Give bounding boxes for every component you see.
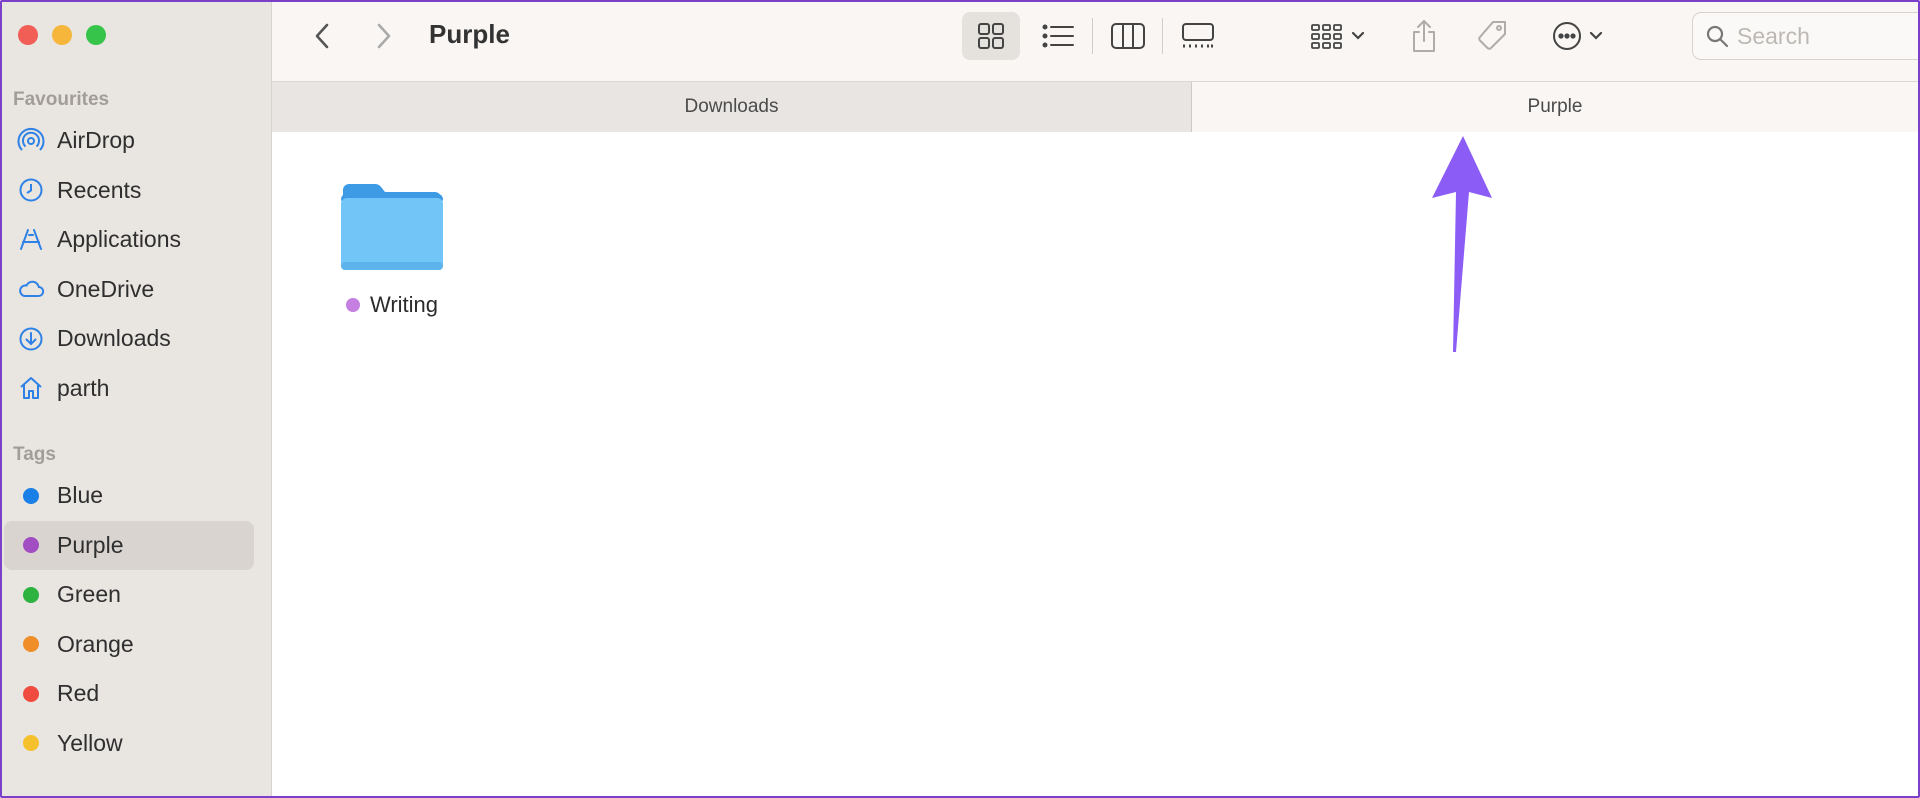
tags-title: Tags bbox=[13, 444, 56, 465]
sidebar-item-label: OneDrive bbox=[57, 275, 155, 302]
window-title: Purple bbox=[429, 19, 510, 49]
tags-list: Blue Purple Green Orange Red Yellow bbox=[2, 471, 272, 768]
tag-dot-icon bbox=[23, 735, 39, 752]
sidebar-tag-yellow[interactable]: Yellow bbox=[4, 719, 254, 769]
finder-window: Favourites AirDrop Recents Applications bbox=[0, 0, 1920, 798]
favourites-list: AirDrop Recents Applications OneDrive Do… bbox=[2, 116, 272, 413]
tag-button[interactable] bbox=[1470, 12, 1514, 60]
sidebar-tag-red[interactable]: Red bbox=[4, 669, 254, 719]
tab-downloads[interactable]: Downloads bbox=[272, 82, 1192, 132]
sidebar-item-label: Red bbox=[57, 680, 100, 707]
cloud-icon bbox=[17, 275, 45, 303]
sidebar-tag-purple[interactable]: Purple bbox=[4, 520, 254, 570]
chevron-down-icon bbox=[1351, 31, 1365, 40]
forward-button[interactable] bbox=[366, 16, 402, 56]
share-button[interactable] bbox=[1402, 12, 1446, 60]
icon-view-button[interactable] bbox=[962, 12, 1020, 60]
sidebar-item-label: Purple bbox=[57, 531, 124, 558]
favourites-title: Favourites bbox=[13, 89, 110, 110]
column-view-button[interactable] bbox=[1104, 12, 1152, 60]
folder-name: Writing bbox=[369, 292, 439, 317]
list-view-button[interactable] bbox=[1034, 12, 1082, 60]
toolbar: Purple bbox=[272, 2, 1918, 82]
chevron-down-icon bbox=[1589, 31, 1603, 40]
annotation-arrow-icon bbox=[1432, 136, 1492, 352]
tag-dot-icon bbox=[23, 487, 39, 504]
sidebar-item-label: Yellow bbox=[57, 729, 123, 756]
sidebar-item-label: Orange bbox=[57, 630, 134, 657]
folder-icon bbox=[341, 184, 443, 270]
search-icon bbox=[1706, 25, 1729, 48]
gallery-icon bbox=[1182, 23, 1214, 48]
chevron-right-icon bbox=[377, 23, 391, 49]
sidebar: Favourites AirDrop Recents Applications bbox=[2, 2, 272, 796]
more-actions-button[interactable] bbox=[1542, 12, 1612, 60]
sidebar-item-applications[interactable]: Applications bbox=[4, 215, 254, 265]
gallery-view-button[interactable] bbox=[1174, 12, 1222, 60]
tag-dot-icon bbox=[23, 636, 39, 653]
file-browser: Writing bbox=[272, 132, 1918, 796]
applications-icon bbox=[17, 226, 45, 254]
window-controls bbox=[18, 25, 106, 45]
chevron-left-icon bbox=[315, 23, 329, 49]
zoom-button[interactable] bbox=[86, 25, 106, 45]
grid-icon bbox=[978, 23, 1004, 49]
tag-dot-icon bbox=[23, 537, 39, 554]
tag-dot-icon bbox=[345, 298, 360, 312]
sidebar-item-label: Recents bbox=[57, 176, 142, 203]
tag-dot-icon bbox=[23, 586, 39, 603]
sidebar-item-parth[interactable]: parth bbox=[4, 364, 254, 414]
sidebar-tag-orange[interactable]: Orange bbox=[4, 620, 254, 670]
sidebar-item-airdrop[interactable]: AirDrop bbox=[4, 116, 254, 166]
sidebar-item-label: AirDrop bbox=[57, 127, 135, 154]
sidebar-item-downloads[interactable]: Downloads bbox=[4, 314, 254, 364]
close-button[interactable] bbox=[18, 25, 38, 45]
sidebar-item-onedrive[interactable]: OneDrive bbox=[4, 265, 254, 315]
sidebar-item-label: Green bbox=[57, 581, 121, 608]
sidebar-tag-blue[interactable]: Blue bbox=[4, 471, 254, 521]
tag-icon bbox=[1478, 21, 1506, 50]
columns-icon bbox=[1111, 23, 1145, 49]
ellipsis-circle-icon bbox=[1553, 22, 1581, 50]
folder-label: Writing bbox=[345, 292, 439, 318]
group-button[interactable] bbox=[1302, 12, 1372, 60]
list-icon bbox=[1042, 24, 1074, 48]
sidebar-tag-green[interactable]: Green bbox=[4, 570, 254, 620]
tab-bar: Downloads Purple bbox=[272, 82, 1918, 132]
search-input[interactable] bbox=[1737, 22, 1907, 50]
sidebar-item-label: Applications bbox=[57, 226, 182, 253]
sidebar-item-label: parth bbox=[57, 374, 110, 401]
tab-purple[interactable]: Purple bbox=[1192, 82, 1918, 132]
minimize-button[interactable] bbox=[52, 25, 72, 45]
sidebar-item-label: Blue bbox=[57, 482, 104, 509]
sidebar-item-recents[interactable]: Recents bbox=[4, 166, 254, 216]
back-button[interactable] bbox=[304, 16, 340, 56]
folder-item[interactable]: Writing bbox=[322, 182, 462, 318]
download-icon bbox=[17, 325, 45, 353]
sidebar-item-label: Downloads bbox=[57, 325, 171, 352]
search-field[interactable] bbox=[1692, 12, 1918, 60]
airdrop-icon bbox=[17, 127, 45, 155]
clock-icon bbox=[17, 176, 45, 204]
tag-dot-icon bbox=[23, 685, 39, 702]
home-icon bbox=[17, 374, 45, 402]
share-icon bbox=[1413, 20, 1435, 52]
group-grid-icon bbox=[1311, 24, 1342, 49]
